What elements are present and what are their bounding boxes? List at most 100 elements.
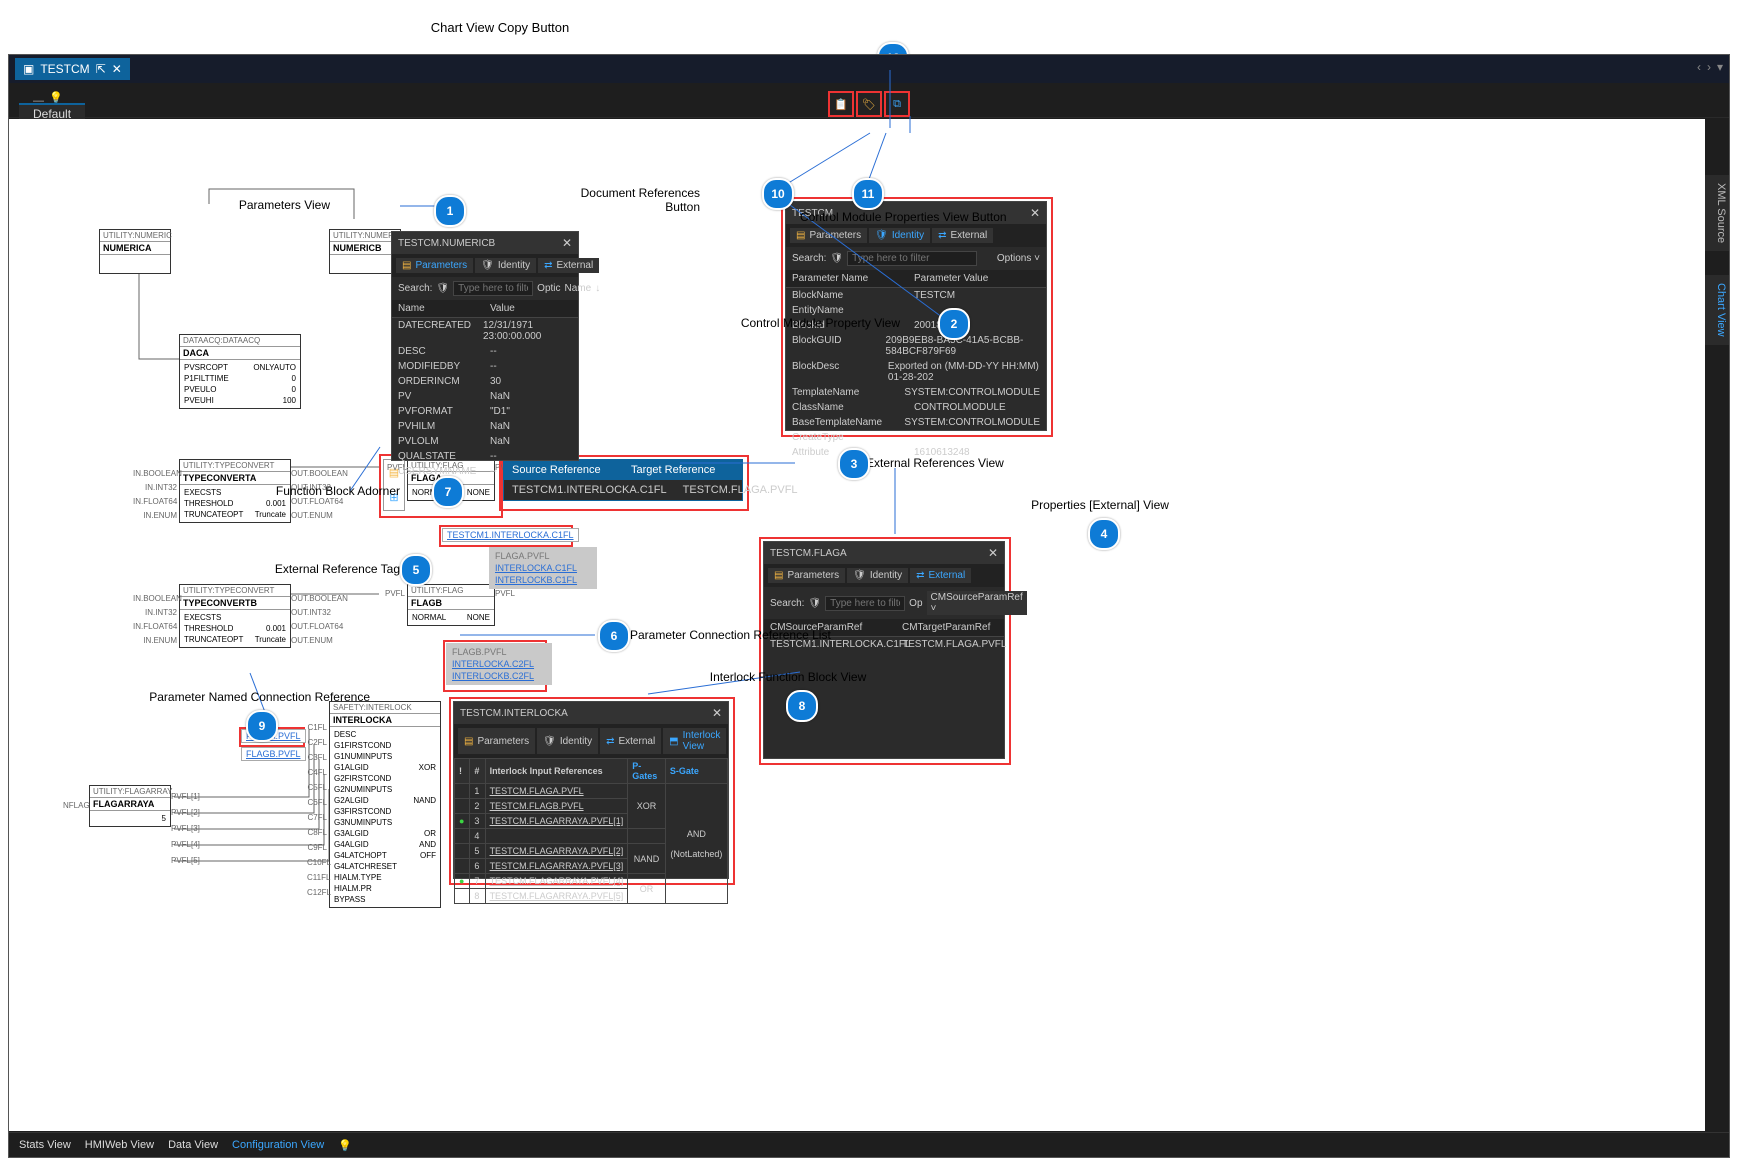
grey-a-1[interactable]: INTERLOCKB.C1FL	[495, 575, 577, 585]
ext-ref-val-src[interactable]: TESTCM1.INTERLOCKA.C1FL	[504, 480, 675, 500]
named-ref-1[interactable]: FLAGB.PVFL	[241, 747, 306, 761]
cm-properties-button[interactable]: 🏷	[856, 91, 882, 117]
params-rows: DATECREATED12/31/1971 23:00:00.000DESC--…	[392, 318, 578, 479]
cm-col-value[interactable]: Parameter Value	[908, 270, 994, 287]
status-data[interactable]: Data View	[168, 1139, 218, 1151]
cm-tab-external[interactable]: ⇄External	[932, 228, 993, 243]
bubble-11: 11	[852, 178, 884, 210]
params-title: TESTCM.NUMERICB	[398, 238, 495, 249]
bubble-1: 1	[434, 195, 466, 227]
grey-a-0[interactable]: INTERLOCKA.C1FL	[495, 563, 577, 573]
callout-interlock-view: Interlock Function Block View	[688, 670, 888, 684]
status-bar: Stats View HMIWeb View Data View Configu…	[9, 1132, 1729, 1157]
params-col-name[interactable]: Name	[392, 300, 484, 317]
status-hmi[interactable]: HMIWeb View	[85, 1139, 154, 1151]
callout-param-conn-list: Parameter Connection Reference List	[630, 628, 870, 642]
callout-cm-prop-button: Control Module Properties View Button	[800, 210, 1050, 224]
propsext-close-icon[interactable]: ✕	[988, 546, 998, 560]
status-stats[interactable]: Stats View	[19, 1139, 71, 1151]
propsext-tab-parameters[interactable]: ▤Parameters	[768, 568, 845, 583]
top-toolbar-buttons: 📋 🏷 ⧉	[828, 91, 910, 117]
tab-menu[interactable]: ▾	[1717, 60, 1723, 74]
chart-copy-button[interactable]: ⧉	[884, 91, 910, 117]
callout-named-conn-ref: Parameter Named Connection Reference	[120, 690, 370, 704]
callout-props-ext-view: Properties [External] View	[1010, 498, 1190, 512]
bubble-5: 5	[400, 554, 432, 586]
pin-icon[interactable]: ⇱	[96, 58, 106, 80]
interlocka-left-pins: C1FLC2FLC3FLC4FLC5FLC6FLC7FLC8FLC9FLC10F…	[307, 720, 327, 900]
status-cfg[interactable]: Configuration View	[232, 1139, 324, 1151]
interlock-panel[interactable]: TESTCM.INTERLOCKA✕ ▤Parameters 🛡Identity…	[453, 701, 729, 879]
tab-chevron-right[interactable]: ›	[1707, 60, 1711, 74]
cm-tab-parameters[interactable]: ▤Parameters	[790, 228, 867, 243]
il-tab-interlockview[interactable]: ⬒Interlock View	[663, 728, 726, 754]
params-search-label: Search:	[398, 283, 432, 294]
propsext-drop[interactable]: CMSourceParamRef ˅	[927, 591, 1027, 615]
callout-ext-ref-view: External References View	[866, 456, 1026, 470]
propsext-title: TESTCM.FLAGA	[770, 548, 847, 559]
block-numerica[interactable]: UTILITY:NUMERIC NUMERICA	[99, 229, 171, 274]
propsext-col-tgt[interactable]: CMTargetParamRef	[896, 619, 996, 636]
doc-references-button[interactable]: 📋	[828, 91, 854, 117]
cm-col-name[interactable]: Parameter Name	[786, 270, 908, 287]
bubble-7: 7	[432, 476, 464, 508]
cm-rows: BlockNameTESTCMEntityNameBlockId20018753…	[786, 288, 1046, 460]
block-interlocka[interactable]: SAFETY:INTERLOCK INTERLOCKA DESCG1FIRSTC…	[329, 701, 441, 908]
flagarray-right-pins: PVFL[1]PVFL[2]PVFL[3]PVFL[4]PVFL[5]	[171, 789, 200, 869]
il-tab-identity[interactable]: 🛡Identity	[537, 728, 598, 754]
cm-search-input[interactable]	[847, 251, 977, 266]
bubble-6: 6	[598, 620, 630, 652]
callout-fb-adorner: Function Block Adorner	[240, 484, 400, 498]
il-tab-external[interactable]: ⇄External	[600, 728, 661, 754]
grey-ref-list-b: FLAGB.PVFL INTERLOCKA.C2FL INTERLOCKB.C2…	[446, 643, 552, 685]
close-icon[interactable]: ✕	[112, 58, 122, 80]
il-close-icon[interactable]: ✕	[712, 706, 722, 720]
grey-b-1[interactable]: INTERLOCKB.C2FL	[452, 671, 534, 681]
propsext-val-tgt: TESTCM.FLAGA.PVFL	[896, 637, 1012, 652]
bubble-8: 8	[786, 690, 818, 722]
props-ext-panel[interactable]: TESTCM.FLAGA ✕ ▤Parameters 🛡Identity ⇄Ext…	[763, 541, 1005, 759]
propsext-tab-external[interactable]: ⇄External	[910, 568, 971, 583]
tab-title: TESTCM	[40, 58, 89, 80]
sidetab-xml[interactable]: XML Source	[1703, 175, 1729, 251]
propsext-tab-identity[interactable]: 🛡Identity	[847, 568, 908, 583]
params-tab-identity[interactable]: 🛡Identity	[475, 258, 536, 273]
params-tab-parameters[interactable]: ▤Parameters	[396, 258, 473, 273]
chart-canvas[interactable]: UTILITY:NUMERIC NUMERICA UTILITY:NUMERIC…	[9, 119, 1705, 1131]
tca-left-pins: IN.BOOLEANIN.INT32IN.FLOAT64IN.ENUM	[133, 467, 177, 523]
bubble-4: 4	[1088, 518, 1120, 550]
propsext-search-input[interactable]	[825, 596, 905, 611]
callout-ext-ref-tag: External Reference Tag	[250, 562, 400, 576]
callout-cm-prop-view: Control Module Property View	[720, 316, 900, 330]
il-tab-parameters[interactable]: ▤Parameters	[458, 728, 535, 754]
status-bulb-icon[interactable]: 💡	[338, 1139, 352, 1152]
block-flagarraya[interactable]: UTILITY:FLAGARRAY FLAGARRAYA 5	[89, 785, 171, 827]
block-daca[interactable]: DATAACQ:DATAACQ DACA PVSRCOPTONLYAUTOP1F…	[179, 334, 301, 409]
sidetab-chart[interactable]: Chart View	[1703, 275, 1729, 345]
params-tab-external[interactable]: ⇄External	[538, 258, 599, 273]
tab-chevron-left[interactable]: ‹	[1697, 60, 1701, 74]
cm-options[interactable]: Options ˅	[997, 253, 1040, 264]
toolbar-strip: — 💡 📋 🏷 ⧉	[9, 83, 1729, 118]
block-flagb[interactable]: UTILITY:FLAG FLAGB NORMALNONE	[407, 584, 495, 626]
tab-testcm[interactable]: ▣ TESTCM ⇱ ✕	[15, 58, 130, 80]
params-close-icon[interactable]: ✕	[562, 236, 572, 250]
cm-tab-identity[interactable]: 🛡Identity	[869, 228, 930, 243]
params-search-opt[interactable]: Optic	[537, 283, 560, 294]
external-ref-tag[interactable]: TESTCM1.INTERLOCKA.C1FL	[442, 528, 579, 542]
tcb-right-pins: OUT.BOOLEANOUT.INT32OUT.FLOAT64OUT.ENUM	[291, 592, 348, 648]
ext-ref-col-tgt: Target Reference	[623, 460, 742, 480]
grey-b-0[interactable]: INTERLOCKA.C2FL	[452, 659, 534, 669]
ext-ref-val-tgt[interactable]: TESTCM.FLAGA.PVFL	[675, 480, 806, 500]
flagb-pin-left: PVFL	[385, 589, 405, 598]
grey-a-hdr: FLAGA.PVFL	[495, 550, 591, 562]
params-search-input[interactable]	[453, 281, 533, 296]
callout-doc-ref-button: Document References Button	[570, 186, 700, 214]
doc-icon: ▣	[23, 58, 34, 80]
parameters-panel[interactable]: TESTCM.NUMERICB✕ ▤Parameters 🛡Identity ⇄…	[391, 231, 579, 461]
block-typeconvertb[interactable]: UTILITY:TYPECONVERT TYPECONVERTB EXECSTS…	[179, 584, 291, 648]
params-sort[interactable]: Name	[565, 283, 592, 294]
editor-tabbar: ▣ TESTCM ⇱ ✕ ‹ › ▾	[9, 55, 1729, 83]
params-col-value[interactable]: Value	[484, 300, 521, 317]
callout-parameters-view: Parameters View	[200, 198, 330, 212]
